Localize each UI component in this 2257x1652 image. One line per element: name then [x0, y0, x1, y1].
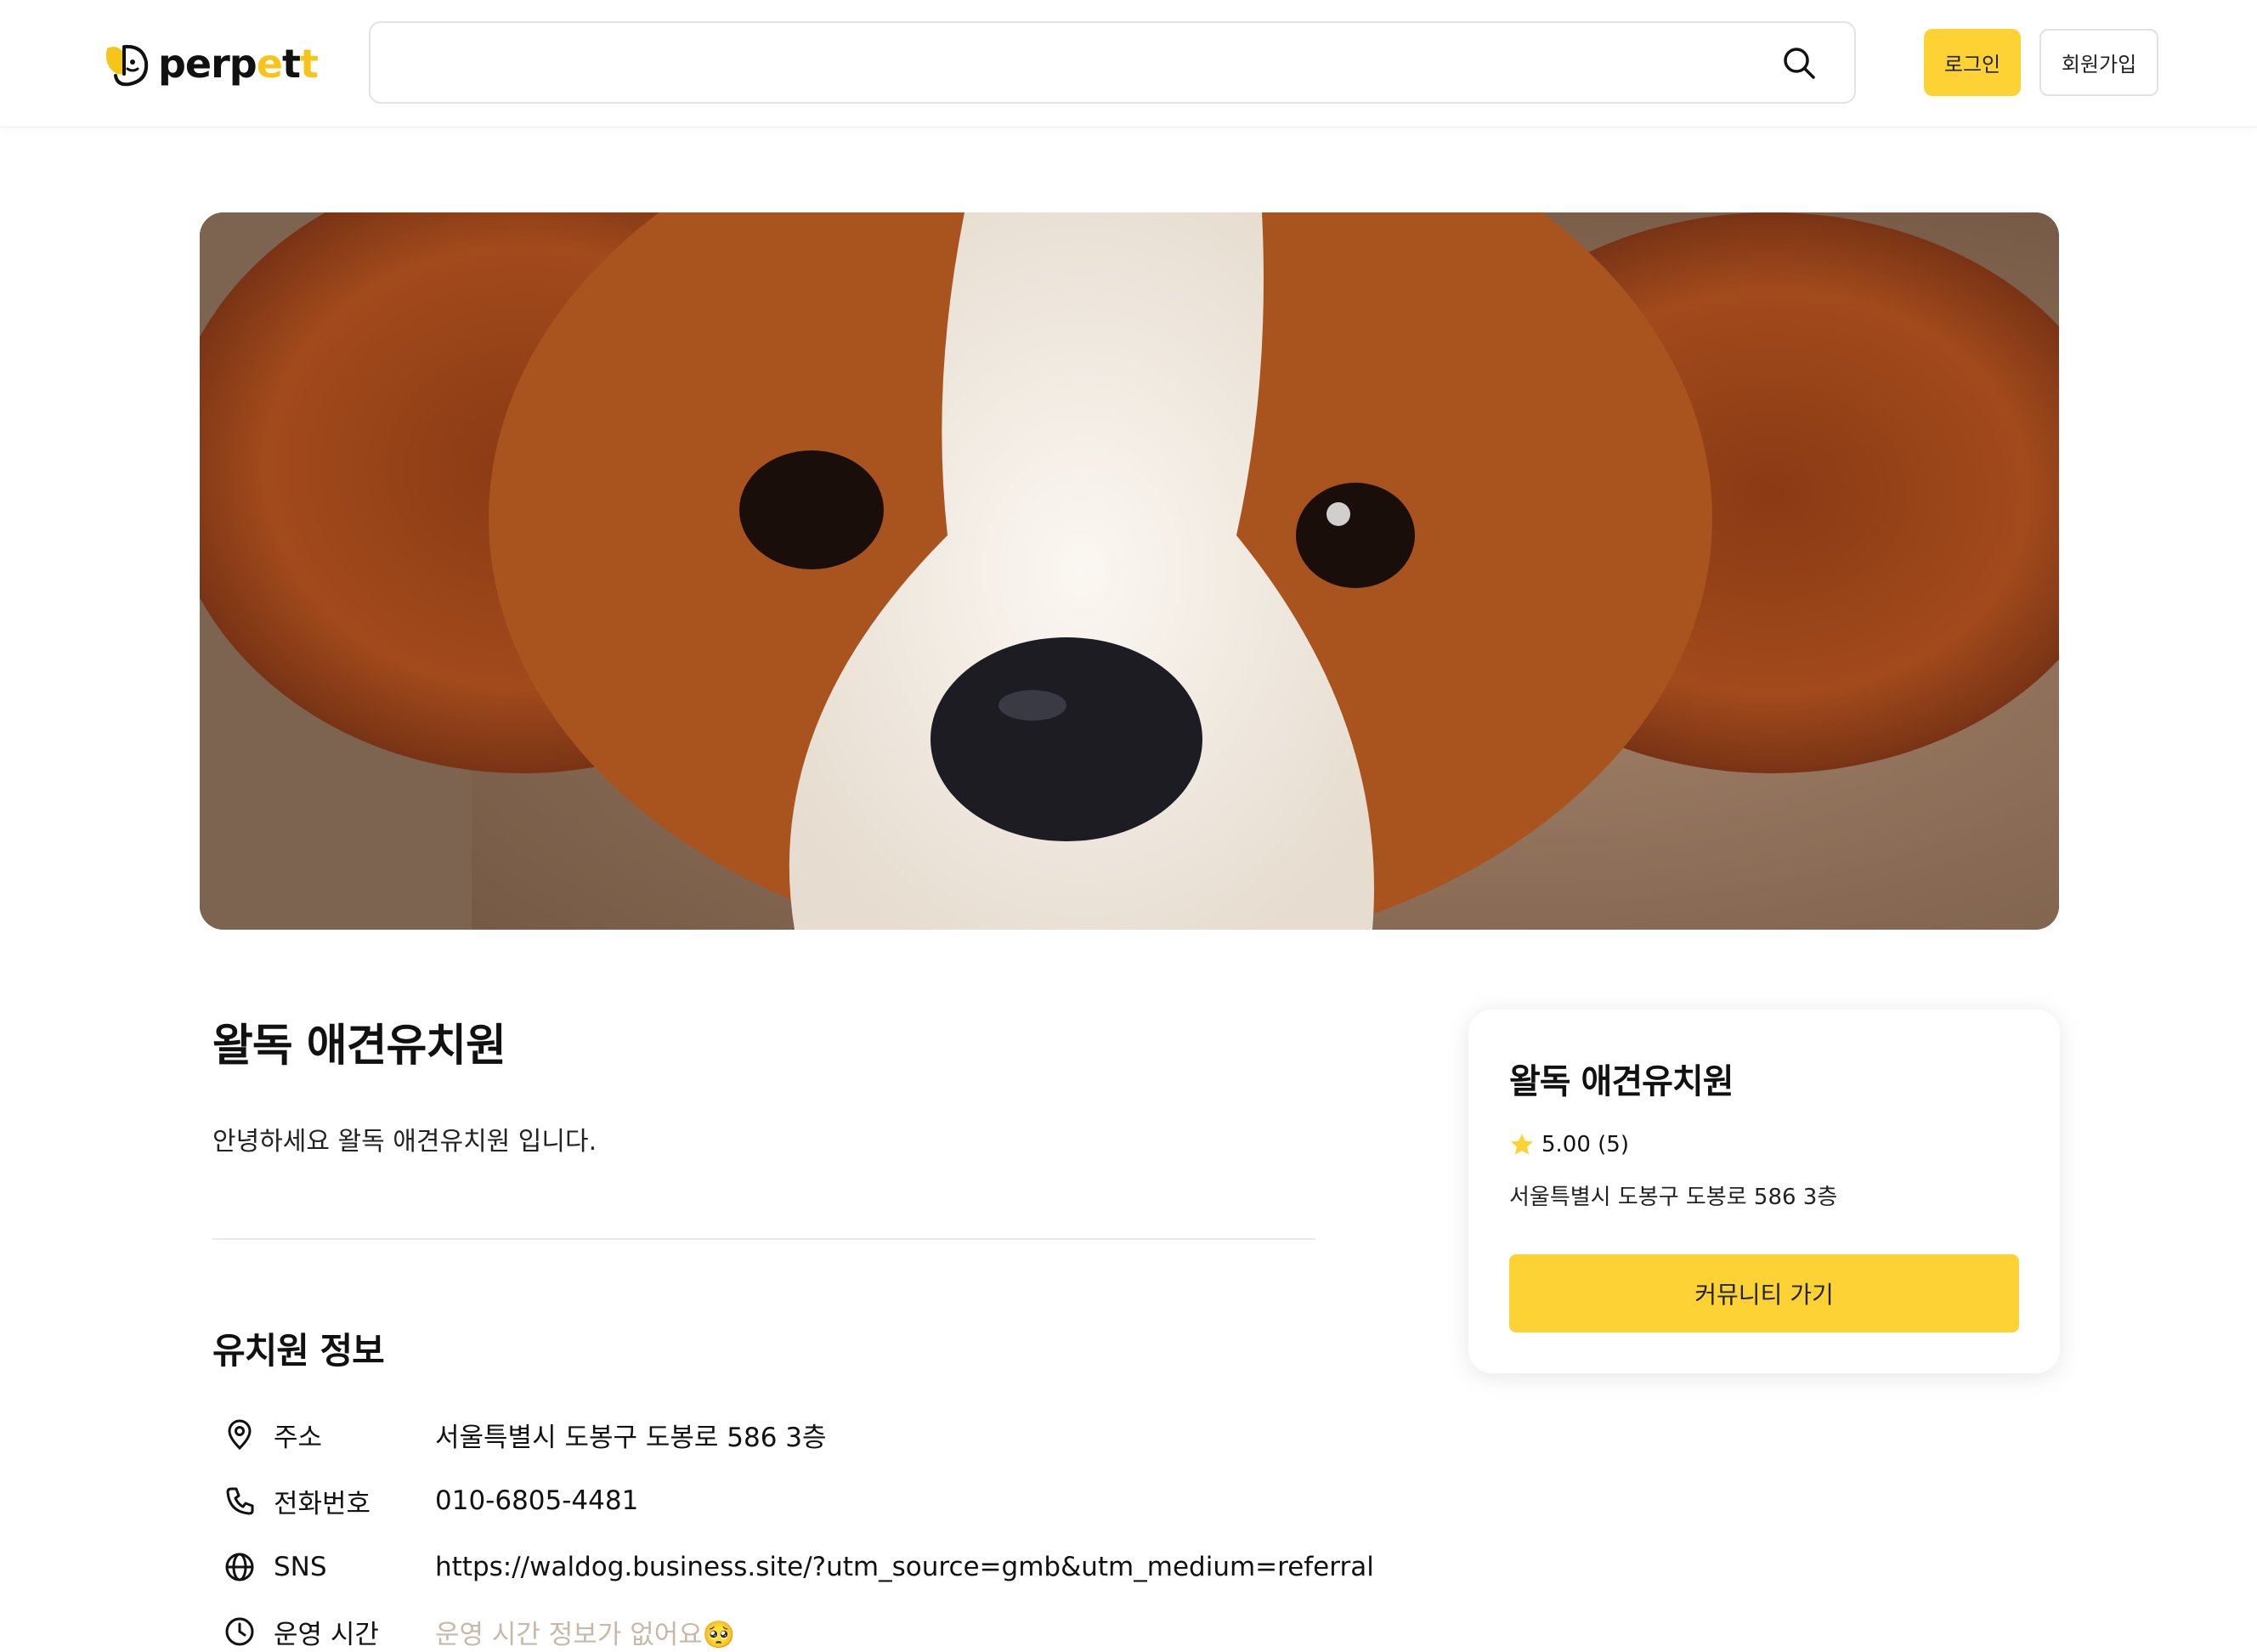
info-row-address: 주소 서울특별시 도봉구 도봉로 586 3층 [223, 1414, 827, 1455]
rating: 5.00 (5) [1509, 1132, 1629, 1157]
star-icon [1511, 1134, 1533, 1155]
signup-button[interactable]: 회원가입 [2039, 29, 2158, 96]
info-value: 운영 시간 정보가 없어요🥺 [435, 1619, 736, 1650]
globe-icon [225, 1553, 254, 1581]
search-input[interactable] [391, 38, 1768, 88]
info-row-phone: 전화번호 010-6805-4481 [223, 1480, 638, 1521]
dog-logo-icon [105, 44, 149, 87]
card-address: 서울특별시 도봉구 도봉로 586 3층 [1509, 1185, 1838, 1210]
hero-image [200, 212, 2059, 930]
community-button[interactable]: 커뮤니티 가기 [1509, 1254, 2019, 1332]
kindergarten-name: 왈독 애견유치원 [212, 1021, 506, 1072]
info-label: 주소 [274, 1422, 323, 1453]
sns-link[interactable]: https://waldog.business.site/?utm_source… [435, 1552, 1374, 1582]
info-value: 010-6805-4481 [435, 1485, 639, 1516]
section-divider [212, 1238, 1315, 1240]
info-label: 전화번호 [274, 1488, 371, 1519]
search-bar[interactable] [369, 21, 1856, 104]
info-label: 운영 시간 [274, 1619, 379, 1650]
info-row-hours: 운영 시간 운영 시간 정보가 없어요🥺 [223, 1611, 735, 1652]
perpett-logo[interactable]: perpett [99, 36, 319, 92]
login-button[interactable]: 로그인 [1924, 29, 2021, 96]
top-header: perpett 로그인 회원가입 [0, 0, 2257, 127]
phone-icon [226, 1487, 254, 1515]
card-title: 왈독 애견유치원 [1509, 1062, 1734, 1101]
location-pin-icon [228, 1419, 252, 1451]
kindergarten-intro: 안녕하세요 왈독 애견유치원 입니다. [212, 1127, 597, 1157]
info-value: 서울특별시 도봉구 도봉로 586 3층 [435, 1422, 827, 1453]
info-label: SNS [274, 1552, 327, 1582]
info-section-title: 유치원 정보 [212, 1330, 385, 1372]
rating-value: 5.00 (5) [1541, 1132, 1629, 1157]
logo-wordmark: perpett [158, 41, 319, 87]
puppy-photo [200, 212, 2059, 930]
search-icon[interactable] [1781, 45, 1817, 81]
info-row-sns: SNS https://waldog.business.site/?utm_so… [223, 1547, 1374, 1587]
summary-card: 왈독 애견유치원 5.00 (5) 서울특별시 도봉구 도봉로 586 3층 커… [1468, 1010, 2060, 1373]
clock-icon [225, 1617, 254, 1646]
